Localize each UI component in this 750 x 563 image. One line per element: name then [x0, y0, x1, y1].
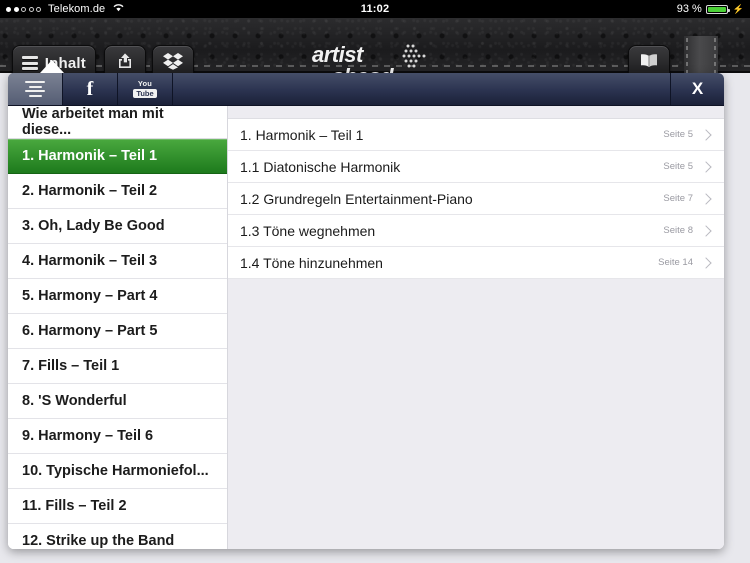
sidebar-item-9[interactable]: 9. Harmony – Teil 6 — [8, 419, 227, 454]
share-export-icon — [115, 51, 135, 76]
youtube-icon: You Tube — [133, 79, 157, 98]
section-title: 1.1 Diatonische Harmonik — [240, 158, 401, 175]
tab-contents[interactable] — [8, 73, 63, 105]
section-row-5[interactable]: 1.4 Töne hinzunehmen Seite 14 — [228, 247, 724, 279]
dropbox-icon — [162, 51, 184, 76]
sidebar-item-label: 12. Strike up the Band — [22, 533, 175, 549]
youtube-you-text: You — [137, 79, 153, 88]
chevron-right-icon — [700, 128, 712, 141]
section-page-label: Seite 7 — [663, 193, 693, 204]
section-title: 1.2 Grundregeln Entertainment-Piano — [240, 190, 473, 207]
chevron-right-icon — [700, 160, 712, 173]
chapter-sidebar[interactable]: Wie arbeitet man mit diese... 1. Harmoni… — [8, 106, 228, 549]
sidebar-item-label: 1. Harmonik – Teil 1 — [22, 148, 158, 164]
sidebar-item-4[interactable]: 4. Harmonik – Teil 3 — [8, 244, 227, 279]
sidebar-item-11[interactable]: 11. Fills – Teil 2 — [8, 489, 227, 524]
app-toolbar: Inhalt artist — [0, 18, 750, 91]
list-menu-icon — [25, 79, 45, 100]
lightning-bolt-icon: ⚡ — [732, 4, 744, 14]
sidebar-item-label: 4. Harmonik – Teil 3 — [22, 253, 158, 269]
sidebar-item-label: 2. Harmonik – Teil 2 — [22, 183, 158, 199]
battery-percent-label: 93 % — [676, 3, 702, 15]
section-page-label: Seite 5 — [663, 161, 693, 172]
sidebar-item-label: 7. Fills – Teil 1 — [22, 358, 120, 374]
status-bar-right: 93 % ⚡ — [677, 0, 744, 18]
sidebar-item-label: 8. 'S Wonderful — [22, 393, 127, 409]
section-list-panel: 1. Harmonik – Teil 1 Seite 5 1.1 Diatoni… — [228, 106, 724, 549]
battery-icon — [705, 4, 730, 14]
sidebar-item-label: 9. Harmony – Teil 6 — [22, 428, 154, 444]
sidebar-item-6[interactable]: 6. Harmony – Part 5 — [8, 314, 227, 349]
section-page-label: Seite 5 — [663, 129, 693, 140]
chevron-right-icon — [700, 224, 712, 237]
sidebar-item-8[interactable]: 8. 'S Wonderful — [8, 384, 227, 419]
section-row-4[interactable]: 1.3 Töne wegnehmen Seite 8 — [228, 215, 724, 247]
section-list-empty-area — [228, 279, 724, 549]
facebook-icon: f — [86, 78, 94, 100]
sidebar-item-2[interactable]: 2. Harmonik – Teil 2 — [8, 174, 227, 209]
popover-body: Wie arbeitet man mit diese... 1. Harmoni… — [8, 106, 724, 549]
sidebar-item-label: 10. Typische Harmoniefol... — [22, 463, 209, 479]
chevron-right-icon — [700, 256, 712, 269]
sidebar-item-3[interactable]: 3. Oh, Lady Be Good — [8, 209, 227, 244]
section-row-1[interactable]: 1. Harmonik – Teil 1 Seite 5 — [228, 119, 724, 151]
section-title: 1. Harmonik – Teil 1 — [240, 126, 364, 143]
chevron-right-icon — [700, 192, 712, 205]
section-row-2[interactable]: 1.1 Diatonische Harmonik Seite 5 — [228, 151, 724, 183]
popover-arrow — [40, 60, 64, 73]
sidebar-item-1[interactable]: 1. Harmonik – Teil 1 — [8, 139, 227, 174]
hamburger-icon — [22, 54, 38, 73]
section-title: 1.3 Töne wegnehmen — [240, 222, 376, 239]
sidebar-item-label: 11. Fills – Teil 2 — [22, 498, 127, 514]
sidebar-item-label: 6. Harmony – Part 5 — [22, 323, 158, 339]
tab-youtube[interactable]: You Tube — [118, 73, 173, 105]
sidebar-item-label: 5. Harmony – Part 4 — [22, 288, 158, 304]
content-top-spacer — [228, 106, 724, 118]
section-title: 1.4 Töne hinzunehmen — [240, 254, 383, 271]
tab-facebook[interactable]: f — [63, 73, 118, 105]
section-page-label: Seite 8 — [663, 225, 693, 236]
sidebar-item-label: 3. Oh, Lady Be Good — [22, 218, 165, 234]
sidebar-item-5[interactable]: 5. Harmony – Part 4 — [8, 279, 227, 314]
sidebar-item-7[interactable]: 7. Fills – Teil 1 — [8, 349, 227, 384]
sidebar-header: Wie arbeitet man mit diese... — [8, 106, 227, 139]
clock-label: 11:02 — [360, 3, 390, 15]
sidebar-item-12[interactable]: 12. Strike up the Band — [8, 524, 227, 549]
sidebar-item-10[interactable]: 10. Typische Harmoniefol... — [8, 454, 227, 489]
youtube-tube-text: Tube — [133, 88, 157, 98]
section-page-label: Seite 14 — [658, 257, 693, 268]
section-row-3[interactable]: 1.2 Grundregeln Entertainment-Piano Seit… — [228, 183, 724, 215]
close-button[interactable]: X — [670, 73, 724, 105]
popover-navbar: f You Tube X — [8, 73, 724, 106]
navbar-spacer — [173, 73, 670, 105]
status-bar: Telekom.de 11:02 93 % ⚡ — [0, 0, 750, 18]
section-list: 1. Harmonik – Teil 1 Seite 5 1.1 Diatoni… — [228, 118, 724, 279]
table-of-contents-popover: f You Tube X Wie arbeitet man mit diese.… — [8, 73, 724, 549]
open-book-icon — [638, 52, 660, 75]
app-screen: Telekom.de 11:02 93 % ⚡ Inhalt artist f … — [0, 0, 750, 563]
